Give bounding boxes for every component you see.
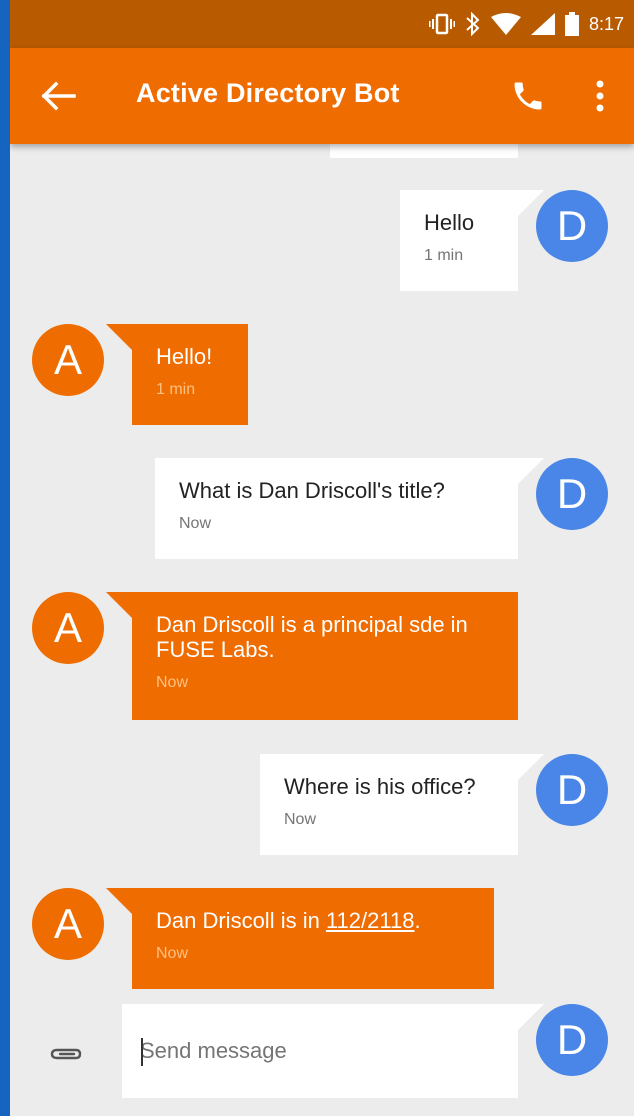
bot-avatar: A [32, 324, 104, 396]
message-list[interactable]: Hello 1 min D A Hello! 1 min What is Dan… [10, 144, 634, 1116]
bubble-tail [106, 324, 132, 350]
user-avatar: D [536, 754, 608, 826]
message-text: Hello! [156, 344, 213, 369]
user-message-bubble: What is Dan Driscoll's title? Now [155, 458, 518, 559]
message-text: What is Dan Driscoll's title? [179, 478, 445, 503]
message-text: Where is his office? [284, 774, 476, 799]
wifi-icon [490, 13, 521, 35]
message-time: 1 min [156, 381, 196, 398]
message-time: 1 min [424, 247, 464, 264]
status-bar: 8:17 [10, 0, 634, 48]
signal-icon [530, 13, 555, 35]
bot-message-bubble: Dan Driscoll is a principal sde in FUSE … [132, 592, 518, 720]
chat-title: Active Directory Bot [136, 78, 400, 108]
office-link[interactable]: 112/2118 [326, 908, 415, 933]
back-arrow-icon[interactable] [40, 80, 76, 112]
message-text: Dan Driscoll is a principal sde in FUSE … [156, 612, 468, 662]
message-time: Now [284, 811, 317, 828]
message-text: Dan Driscoll is in 112/2118. [156, 908, 470, 933]
bot-avatar: A [32, 592, 104, 664]
vibrate-icon [428, 13, 455, 35]
phone-screen: 8:17 Active Directory Bot Hello 1 min D … [10, 0, 634, 1116]
user-message-bubble: Where is his office? Now [260, 754, 518, 855]
message-input[interactable] [122, 1004, 518, 1098]
phone-icon[interactable] [510, 78, 546, 114]
user-avatar: D [536, 190, 608, 262]
status-time: 8:17 [588, 13, 624, 34]
bot-message-bubble: Hello! 1 min [132, 324, 248, 425]
bluetooth-icon [466, 12, 480, 36]
message-text-suffix: . [414, 908, 421, 933]
bubble-tail [106, 592, 132, 618]
text-caret [141, 1038, 143, 1066]
battery-icon [564, 12, 579, 36]
paperclip-icon[interactable] [48, 1044, 84, 1064]
partial-message-bubble [330, 144, 518, 158]
message-text-prefix: Dan Driscoll is in [156, 908, 326, 933]
bot-message-bubble: Dan Driscoll is in 112/2118. Now [132, 888, 494, 989]
message-time: Now [179, 515, 212, 532]
composer: D [10, 1004, 634, 1116]
app-bar: Active Directory Bot [10, 48, 634, 144]
more-vert-icon[interactable] [590, 78, 610, 114]
bot-avatar: A [32, 888, 104, 960]
user-avatar: D [536, 458, 608, 530]
user-message-bubble: Hello 1 min [400, 190, 518, 291]
message-text: Hello [424, 210, 475, 235]
user-avatar: D [536, 1004, 608, 1076]
bubble-tail [106, 888, 132, 914]
message-time: Now [156, 674, 189, 691]
message-time: Now [156, 945, 189, 962]
